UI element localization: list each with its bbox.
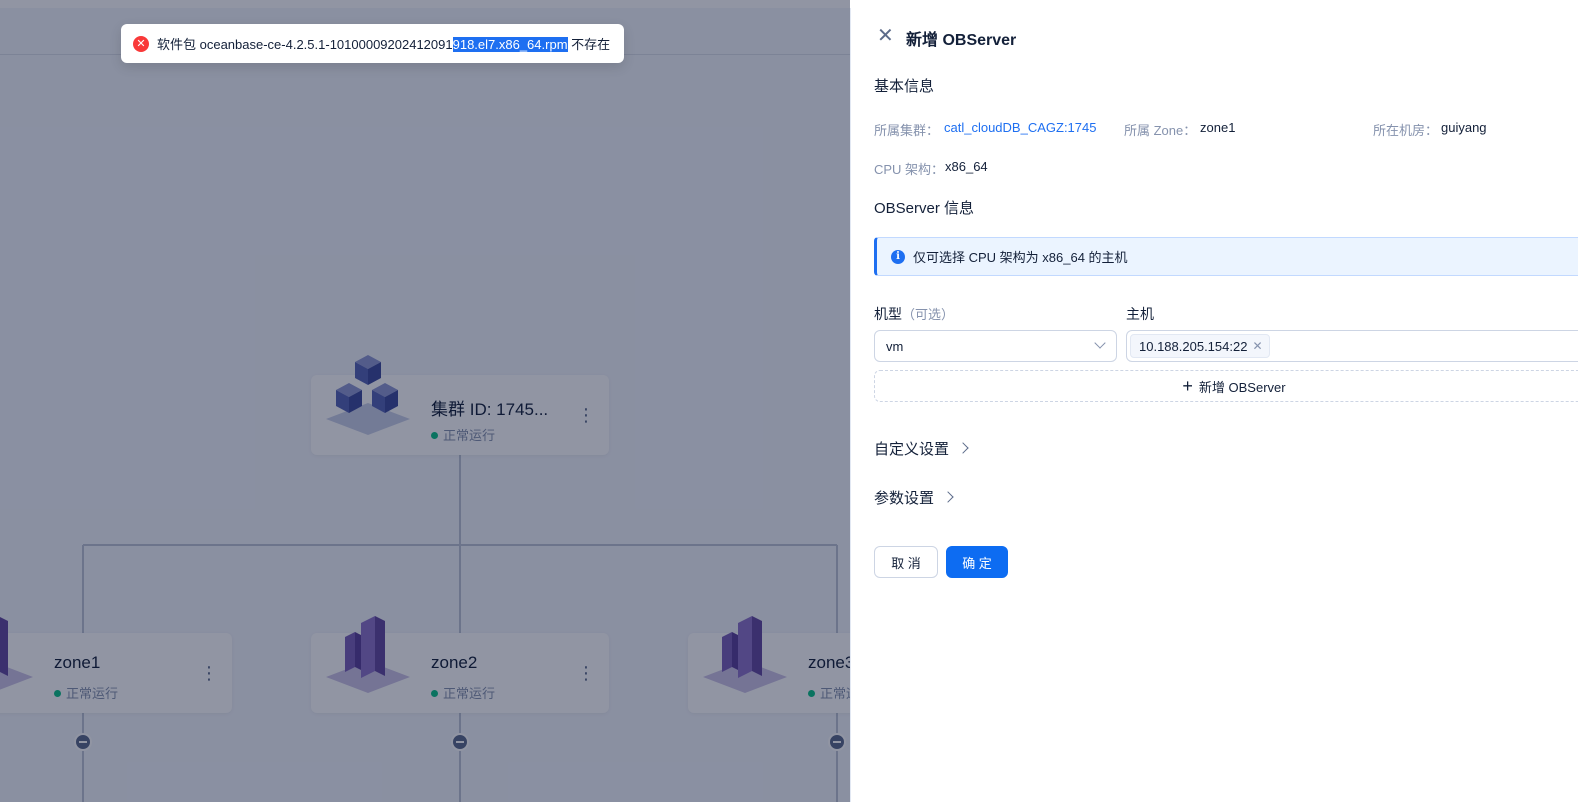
error-circle-icon: ✕ bbox=[133, 35, 149, 52]
toast-message-highlight: 918.el7.x86_64.rpm bbox=[452, 37, 568, 52]
chevron-right-icon bbox=[957, 442, 969, 454]
toast-message-prefix: 软件包 oceanbase-ce-4.2.5.1-101000092024120… bbox=[157, 37, 453, 52]
custom-settings-label: 自定义设置 bbox=[874, 441, 950, 458]
param-settings-toggle[interactable]: 参数设置 bbox=[874, 487, 954, 508]
chevron-right-icon bbox=[942, 491, 954, 503]
observer-info-title: OBServer 信息 bbox=[874, 200, 975, 217]
idc-value: guiyang bbox=[1441, 120, 1487, 135]
cpu-arch-alert: i 仅可选择 CPU 架构为 x86_64 的主机 bbox=[874, 237, 1578, 276]
chevron-down-icon bbox=[1094, 337, 1106, 349]
custom-settings-toggle[interactable]: 自定义设置 bbox=[874, 438, 969, 459]
drawer-title: 新增 OBServer bbox=[906, 32, 1017, 49]
model-select[interactable]: vm bbox=[874, 330, 1117, 362]
zone-value: zone1 bbox=[1200, 120, 1236, 135]
model-optional-hint: （可选） bbox=[902, 307, 955, 322]
alert-text: 仅可选择 CPU 架构为 x86_64 的主机 bbox=[913, 250, 1128, 265]
host-tag: 10.188.205.154:22 ✕ bbox=[1130, 334, 1270, 358]
error-toast: ✕ 软件包 oceanbase-ce-4.2.5.1-1010000920241… bbox=[121, 24, 624, 63]
zone-label: 所属 Zone： bbox=[1124, 123, 1197, 138]
drawer-mask-overlay[interactable] bbox=[0, 0, 850, 802]
close-icon[interactable]: ✕ bbox=[877, 26, 894, 46]
host-select[interactable]: 10.188.205.154:22 ✕ bbox=[1126, 330, 1578, 362]
confirm-button[interactable]: 确 定 bbox=[946, 546, 1008, 578]
add-observer-drawer: ✕ 新增 OBServer 基本信息 所属集群： catl_cloudDB_CA… bbox=[850, 8, 1578, 802]
host-tag-text: 10.188.205.154:22 bbox=[1139, 338, 1248, 354]
add-observer-button[interactable]: + 新增 OBServer bbox=[874, 370, 1578, 402]
model-label: 机型（可选） bbox=[874, 304, 954, 324]
toast-message-suffix: 不存在 bbox=[567, 37, 611, 52]
cpu-arch-label: CPU 架构： bbox=[874, 162, 945, 177]
plus-icon: + bbox=[1182, 376, 1193, 396]
model-select-value: vm bbox=[886, 338, 904, 354]
add-observer-label: 新增 OBServer bbox=[1198, 379, 1286, 395]
cancel-button[interactable]: 取 消 bbox=[874, 546, 938, 578]
basic-info-title: 基本信息 bbox=[874, 78, 935, 95]
param-settings-label: 参数设置 bbox=[874, 490, 935, 507]
tag-close-icon[interactable]: ✕ bbox=[1252, 339, 1262, 353]
idc-label: 所在机房： bbox=[1373, 123, 1439, 138]
model-label-text: 机型 bbox=[874, 306, 902, 322]
cluster-label: 所属集群： bbox=[874, 123, 940, 138]
toast-message: 软件包 oceanbase-ce-4.2.5.1-101000092024120… bbox=[157, 34, 610, 53]
host-label: 主机 bbox=[1126, 306, 1154, 322]
info-icon: i bbox=[891, 249, 905, 264]
cluster-link[interactable]: catl_cloudDB_CAGZ:1745 bbox=[944, 120, 1096, 135]
cpu-arch-value: x86_64 bbox=[945, 159, 988, 174]
